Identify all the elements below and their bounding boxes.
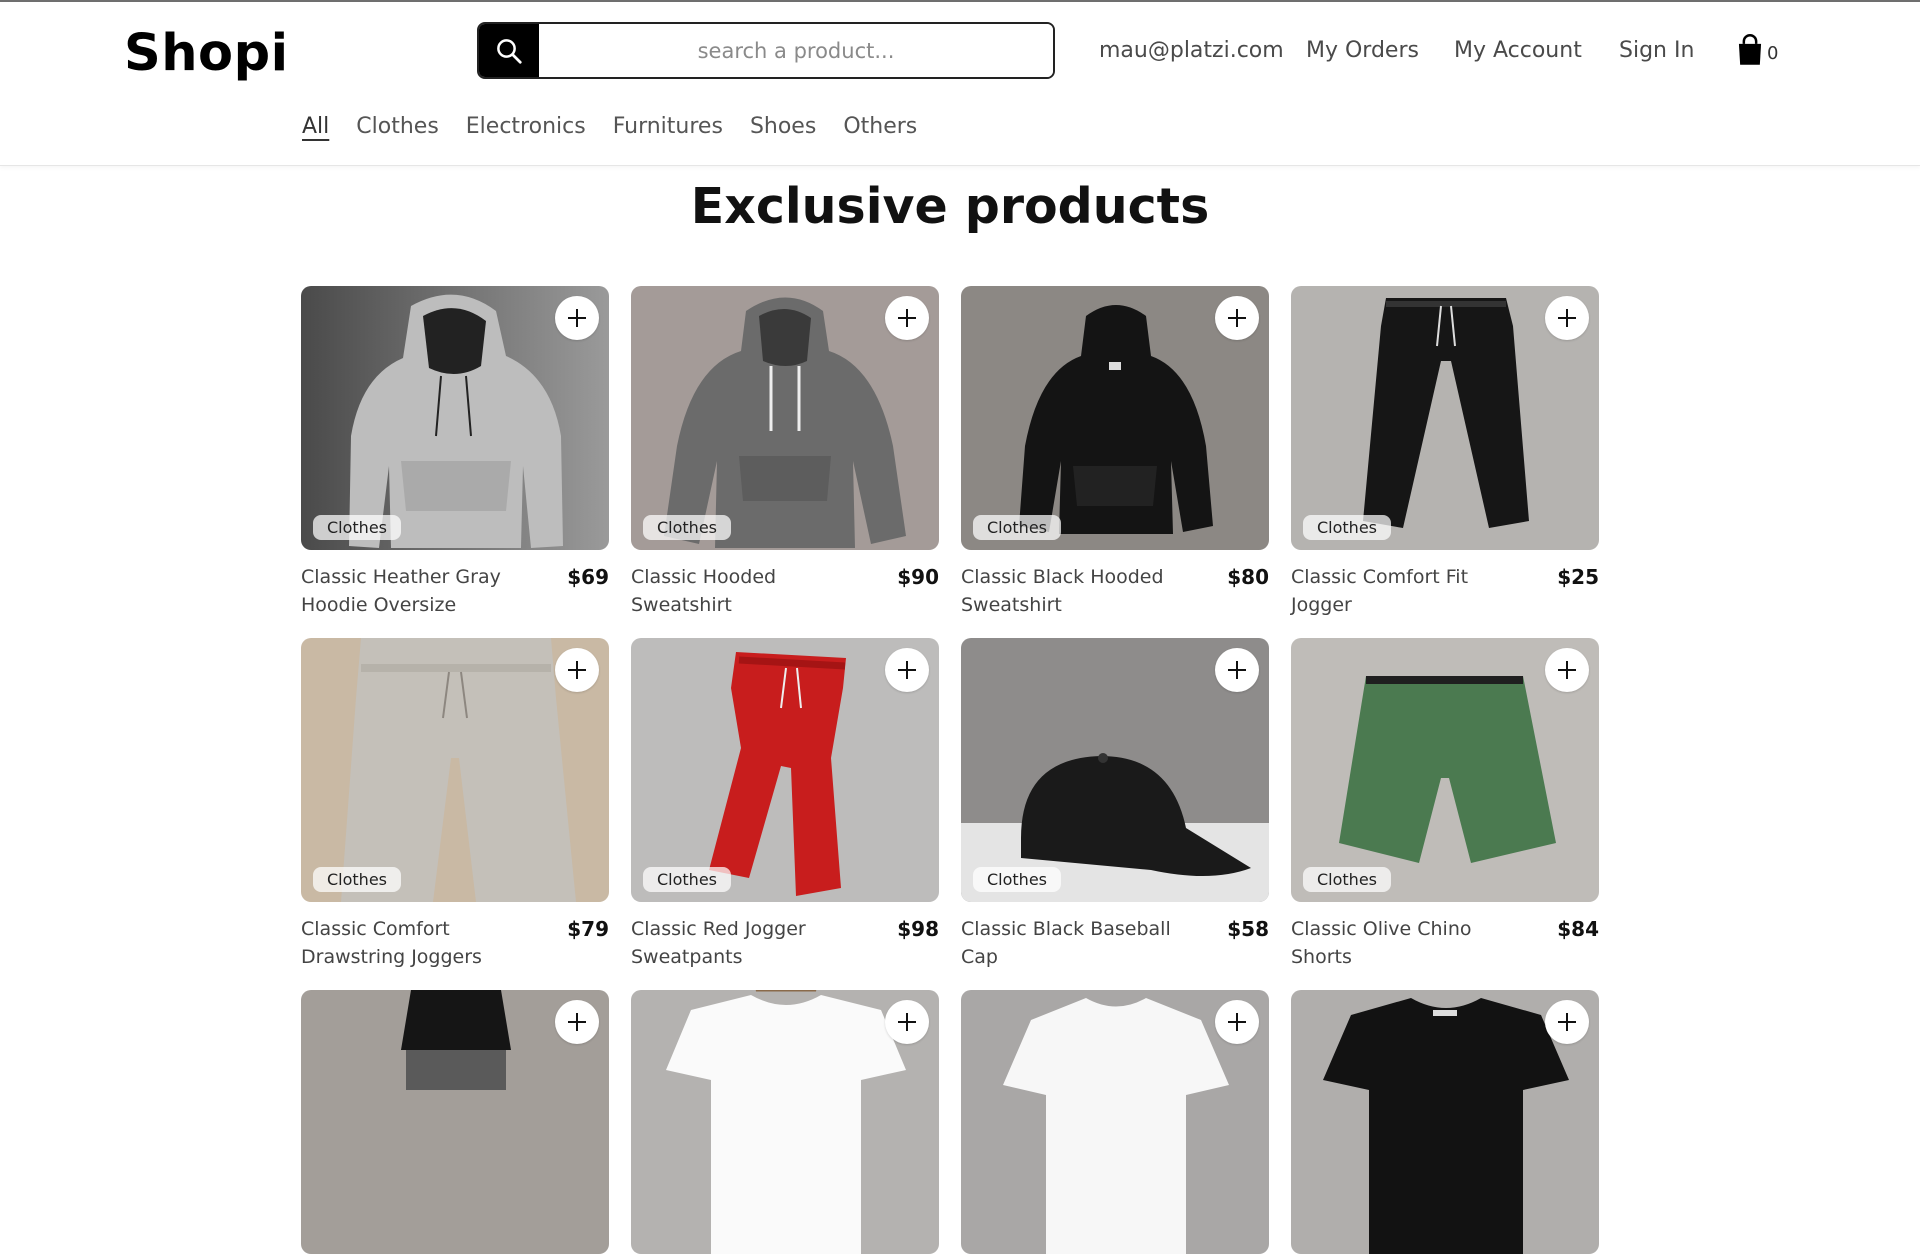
category-shoes[interactable]: Shoes — [750, 114, 816, 139]
category-badge: Clothes — [313, 867, 401, 892]
add-to-cart-button[interactable] — [885, 648, 929, 692]
my-account-link[interactable]: My Account — [1454, 38, 1582, 63]
cart-count: 0 — [1767, 43, 1779, 64]
add-to-cart-button[interactable] — [1545, 296, 1589, 340]
brand-logo[interactable]: Shopi — [124, 24, 289, 83]
product-price: $69 — [567, 565, 609, 589]
category-others[interactable]: Others — [843, 114, 917, 139]
category-electronics[interactable]: Electronics — [466, 114, 586, 139]
plus-icon — [568, 309, 586, 327]
product-image[interactable]: Clothes — [961, 286, 1269, 550]
add-to-cart-button[interactable] — [1215, 1000, 1259, 1044]
product-price: $90 — [897, 565, 939, 589]
add-to-cart-button[interactable] — [555, 1000, 599, 1044]
plus-icon — [1228, 661, 1246, 679]
product-image[interactable]: Clothes — [301, 286, 609, 550]
product-name: Classic Heather Gray Hoodie Oversize — [301, 566, 501, 616]
product-image[interactable]: Clothes — [631, 286, 939, 550]
product-card[interactable]: Clothes Classic Comfort Fit Jogger $25 — [1291, 286, 1599, 619]
category-badge: Clothes — [973, 867, 1061, 892]
sign-in-link[interactable]: Sign In — [1619, 38, 1694, 63]
add-to-cart-button[interactable] — [1215, 296, 1259, 340]
category-badge: Clothes — [973, 515, 1061, 540]
category-badge: Clothes — [313, 515, 401, 540]
product-name: Classic Red Jogger Sweatpants — [631, 918, 806, 968]
add-to-cart-button[interactable] — [1215, 648, 1259, 692]
shopping-bag-icon — [1738, 34, 1762, 65]
cart-button[interactable]: 0 — [1735, 34, 1778, 66]
search-button[interactable] — [479, 24, 539, 77]
product-price: $25 — [1557, 565, 1599, 589]
product-card[interactable]: Clothes Classic Red Jogger Sweatpants $9… — [631, 638, 939, 971]
product-name: Classic Black Baseball Cap — [961, 918, 1171, 968]
search-bar — [477, 22, 1055, 79]
product-price: $84 — [1557, 917, 1599, 941]
product-card[interactable] — [1291, 990, 1599, 1254]
plus-icon — [1558, 1013, 1576, 1031]
product-name: Classic Olive Chino Shorts — [1291, 918, 1472, 968]
add-to-cart-button[interactable] — [885, 1000, 929, 1044]
category-badge: Clothes — [1303, 867, 1391, 892]
category-badge: Clothes — [643, 515, 731, 540]
add-to-cart-button[interactable] — [555, 648, 599, 692]
product-image[interactable] — [631, 990, 939, 1254]
add-to-cart-button[interactable] — [555, 296, 599, 340]
product-card[interactable] — [961, 990, 1269, 1254]
category-nav: All Clothes Electronics Furnitures Shoes… — [302, 114, 944, 139]
product-name: Classic Comfort Fit Jogger — [1291, 566, 1469, 616]
product-name: Classic Hooded Sweatshirt — [631, 566, 777, 616]
product-price: $80 — [1227, 565, 1269, 589]
product-image[interactable]: Clothes — [1291, 286, 1599, 550]
site-header: Shopi mau@platzi.com My Orders My Accoun… — [0, 2, 1920, 166]
my-orders-link[interactable]: My Orders — [1306, 38, 1419, 63]
category-badge: Clothes — [1303, 515, 1391, 540]
add-to-cart-button[interactable] — [1545, 648, 1589, 692]
product-card[interactable]: Clothes Classic Black Hooded Sweatshirt … — [961, 286, 1269, 619]
product-image[interactable]: Clothes — [961, 638, 1269, 902]
product-price: $79 — [567, 917, 609, 941]
product-name: Classic Black Hooded Sweatshirt — [961, 566, 1164, 616]
add-to-cart-button[interactable] — [885, 296, 929, 340]
product-card[interactable] — [301, 990, 609, 1254]
plus-icon — [898, 661, 916, 679]
category-badge: Clothes — [643, 867, 731, 892]
product-card[interactable]: Clothes Classic Heather Gray Hoodie Over… — [301, 286, 609, 619]
category-furnitures[interactable]: Furnitures — [613, 114, 723, 139]
category-clothes[interactable]: Clothes — [356, 114, 439, 139]
product-price: $98 — [897, 917, 939, 941]
category-all[interactable]: All — [302, 114, 329, 139]
product-price: $58 — [1227, 917, 1269, 941]
plus-icon — [1558, 309, 1576, 327]
user-email: mau@platzi.com — [1099, 38, 1284, 63]
plus-icon — [568, 661, 586, 679]
plus-icon — [1228, 1013, 1246, 1031]
plus-icon — [898, 309, 916, 327]
plus-icon — [1558, 661, 1576, 679]
search-icon — [497, 38, 522, 64]
search-input[interactable] — [539, 24, 1053, 77]
product-image[interactable]: Clothes — [301, 638, 609, 902]
product-card[interactable]: Clothes Classic Black Baseball Cap $58 — [961, 638, 1269, 971]
add-to-cart-button[interactable] — [1545, 1000, 1589, 1044]
product-card[interactable]: Clothes Classic Olive Chino Shorts $84 — [1291, 638, 1599, 971]
product-card[interactable]: Clothes Classic Hooded Sweatshirt $90 — [631, 286, 939, 619]
plus-icon — [568, 1013, 586, 1031]
product-image[interactable] — [301, 990, 609, 1254]
product-image[interactable] — [1291, 990, 1599, 1254]
plus-icon — [1228, 309, 1246, 327]
product-image[interactable]: Clothes — [631, 638, 939, 902]
plus-icon — [898, 1013, 916, 1031]
page-title: Exclusive products — [690, 178, 1210, 235]
product-image[interactable]: Clothes — [1291, 638, 1599, 902]
product-card[interactable]: Clothes Classic Comfort Drawstring Jogge… — [301, 638, 609, 971]
product-name: Classic Comfort Drawstring Joggers — [301, 918, 482, 968]
product-card[interactable] — [631, 990, 939, 1254]
product-image[interactable] — [961, 990, 1269, 1254]
